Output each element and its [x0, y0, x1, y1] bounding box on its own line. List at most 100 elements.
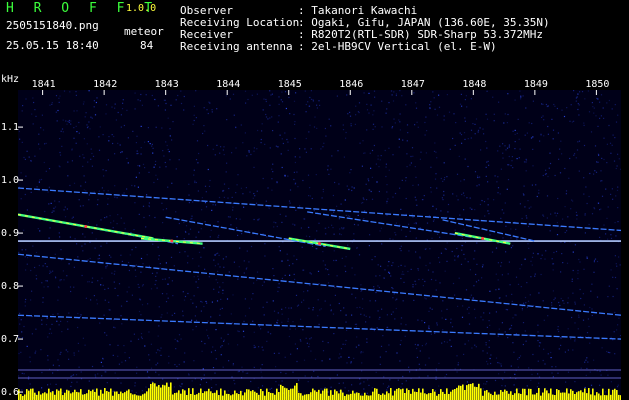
noise-pixel: [424, 134, 426, 136]
noise-pixel: [511, 160, 513, 162]
noise-pixel: [137, 338, 140, 340]
noise-pixel: [507, 179, 510, 181]
noise-pixel: [392, 262, 394, 264]
activity-bar: [304, 394, 306, 400]
noise-pixel: [155, 371, 157, 373]
noise-pixel: [255, 202, 258, 204]
noise-pixel: [57, 286, 60, 288]
activity-bar: [490, 393, 492, 400]
noise-pixel: [299, 205, 301, 207]
noise-pixel: [78, 121, 80, 124]
activity-bar: [588, 388, 590, 400]
activity-bar: [220, 388, 222, 400]
noise-pixel: [586, 357, 588, 359]
noise-pixel: [394, 192, 397, 195]
noise-pixel: [481, 266, 484, 268]
noise-pixel: [506, 122, 508, 124]
noise-pixel: [111, 134, 113, 136]
noise-pixel: [578, 316, 580, 318]
noise-pixel: [388, 169, 390, 171]
noise-pixel: [307, 226, 310, 228]
noise-pixel: [75, 94, 77, 96]
noise-pixel: [310, 148, 312, 150]
noise-pixel: [557, 372, 559, 374]
activity-bar: [330, 390, 332, 400]
noise-pixel: [160, 347, 162, 349]
noise-pixel: [606, 162, 608, 164]
noise-pixel: [271, 93, 273, 95]
noise-pixel: [250, 153, 252, 156]
noise-pixel: [294, 328, 297, 330]
noise-pixel: [341, 257, 343, 259]
noise-pixel: [572, 349, 574, 351]
activity-bar: [114, 391, 116, 400]
noise-pixel: [178, 222, 180, 225]
noise-pixel: [83, 189, 85, 191]
noise-pixel: [311, 376, 313, 378]
noise-pixel: [462, 305, 464, 307]
activity-bar: [366, 395, 368, 400]
noise-pixel: [69, 91, 71, 93]
noise-pixel: [599, 384, 601, 386]
noise-pixel: [211, 111, 213, 113]
noise-pixel: [113, 390, 115, 392]
noise-pixel: [375, 291, 377, 294]
noise-pixel: [460, 134, 463, 136]
activity-bar: [210, 391, 212, 400]
noise-pixel: [178, 334, 181, 336]
noise-pixel: [58, 101, 60, 103]
noise-pixel: [545, 169, 547, 171]
noise-pixel: [72, 374, 75, 376]
noise-pixel: [308, 343, 310, 345]
noise-pixel: [302, 269, 304, 271]
noise-pixel: [620, 335, 621, 337]
noise-pixel: [348, 188, 350, 190]
noise-pixel: [175, 348, 177, 350]
noise-pixel: [577, 108, 579, 111]
noise-pixel: [142, 284, 144, 286]
noise-pixel: [288, 307, 290, 309]
noise-pixel: [84, 236, 86, 238]
activity-bar: [564, 392, 566, 400]
noise-pixel: [579, 261, 581, 263]
noise-pixel: [41, 323, 43, 325]
noise-pixel: [446, 176, 448, 178]
noise-pixel: [415, 107, 418, 109]
noise-pixel: [222, 366, 224, 368]
noise-pixel: [471, 208, 473, 210]
noise-pixel: [570, 338, 572, 340]
activity-bar: [338, 393, 340, 400]
noise-pixel: [331, 155, 333, 157]
noise-pixel: [614, 137, 616, 139]
noise-pixel: [58, 97, 60, 99]
noise-pixel: [71, 160, 73, 162]
noise-pixel: [542, 300, 544, 302]
noise-pixel: [191, 380, 193, 382]
noise-pixel: [501, 385, 503, 387]
noise-pixel: [413, 92, 415, 94]
noise-pixel: [333, 259, 335, 262]
noise-pixel: [40, 178, 43, 181]
noise-pixel: [435, 208, 437, 210]
noise-pixel: [264, 255, 266, 257]
noise-pixel: [534, 273, 536, 275]
noise-pixel: [452, 193, 454, 195]
noise-pixel: [242, 371, 244, 373]
activity-bar: [54, 394, 56, 400]
noise-pixel: [475, 118, 478, 120]
noise-pixel: [450, 318, 452, 320]
noise-pixel: [597, 202, 599, 204]
activity-bar: [542, 392, 544, 400]
noise-pixel: [266, 236, 268, 238]
noise-pixel: [312, 307, 314, 309]
noise-pixel: [392, 196, 394, 198]
noise-pixel: [525, 340, 527, 342]
noise-pixel: [589, 371, 591, 373]
activity-bar: [116, 391, 118, 400]
noise-pixel: [200, 200, 202, 202]
noise-pixel: [132, 266, 134, 268]
activity-bar: [224, 390, 226, 400]
noise-pixel: [126, 157, 128, 159]
noise-pixel: [515, 314, 517, 316]
noise-pixel: [277, 319, 279, 321]
